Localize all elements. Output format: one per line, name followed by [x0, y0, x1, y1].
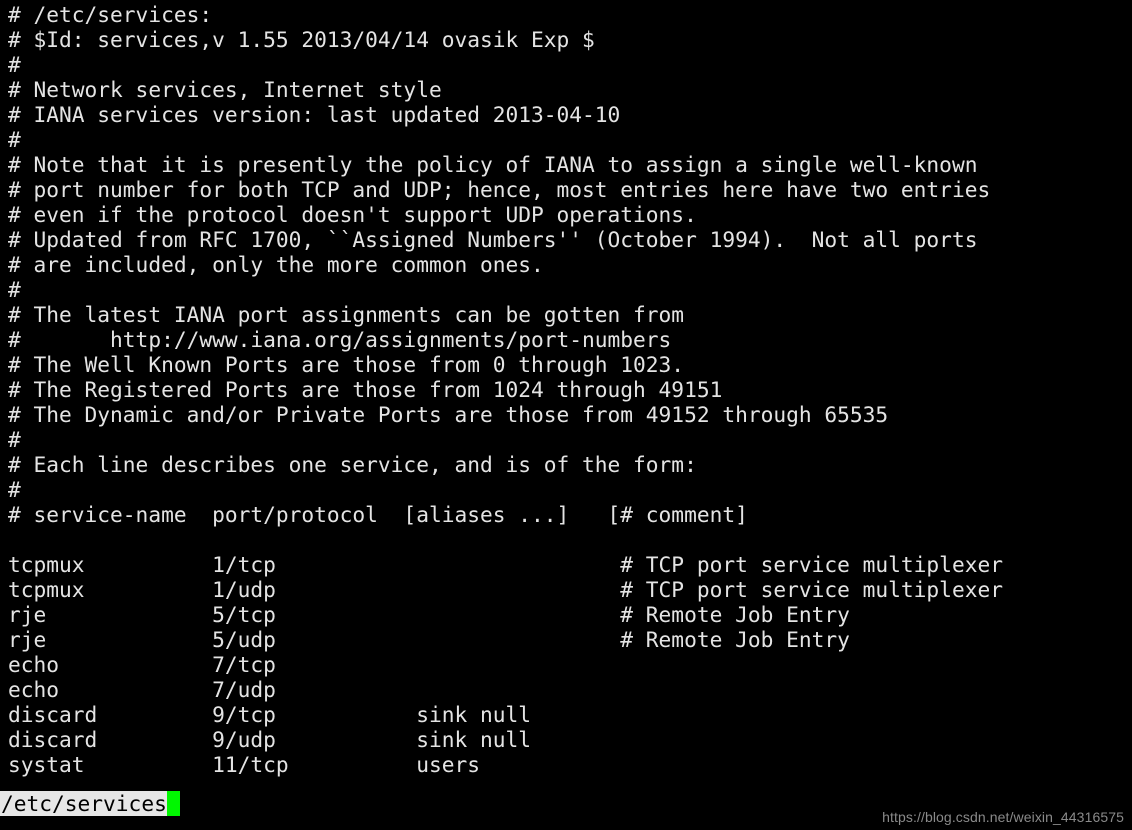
text-line: #: [8, 127, 21, 152]
text-line: echo 7/udp: [8, 677, 276, 702]
text-line: discard 9/udp sink null: [8, 727, 531, 752]
text-line: # Each line describes one service, and i…: [8, 452, 697, 477]
text-line: #: [8, 427, 21, 452]
terminal-cursor: [166, 791, 180, 816]
text-line: # The Registered Ports are those from 10…: [8, 377, 723, 402]
text-line: # /etc/services:: [8, 2, 213, 27]
text-line: #: [8, 277, 21, 302]
text-line: # The Dynamic and/or Private Ports are t…: [8, 402, 889, 427]
text-line: # Updated from RFC 1700, ``Assigned Numb…: [8, 227, 978, 252]
text-line: [0, 527, 1132, 552]
text-line: # The Well Known Ports are those from 0 …: [8, 352, 685, 377]
text-line: rje 5/udp # Remote Job Entry: [8, 627, 850, 652]
text-line: # service-name port/protocol [aliases ..…: [8, 502, 748, 527]
text-line: # http://www.iana.org/assignments/port-n…: [8, 327, 672, 352]
text-line: # Network services, Internet style: [8, 77, 442, 102]
text-line: #: [8, 52, 21, 77]
text-line: tcpmux 1/udp # TCP port service multiple…: [8, 577, 1003, 602]
text-line: #: [8, 477, 21, 502]
pager-content-area[interactable]: # /etc/services: # $Id: services,v 1.55 2…: [0, 0, 1132, 777]
pager-status-bar: /etc/services: [0, 791, 180, 816]
text-line: # are included, only the more common one…: [8, 252, 544, 277]
terminal-window: # /etc/services: # $Id: services,v 1.55 2…: [0, 0, 1132, 830]
text-line: # The latest IANA port assignments can b…: [8, 302, 685, 327]
text-line: # IANA services version: last updated 20…: [8, 102, 621, 127]
text-line: rje 5/tcp # Remote Job Entry: [8, 602, 850, 627]
text-line: echo 7/tcp: [8, 652, 276, 677]
text-line: systat 11/tcp users: [8, 752, 480, 777]
status-bar-filename: /etc/services: [0, 791, 167, 816]
watermark-url: https://blog.csdn.net/weixin_44316575: [882, 809, 1124, 825]
text-line: # port number for both TCP and UDP; henc…: [8, 177, 991, 202]
text-line: # Note that it is presently the policy o…: [8, 152, 978, 177]
text-line: discard 9/tcp sink null: [8, 702, 531, 727]
text-line: # even if the protocol doesn't support U…: [8, 202, 697, 227]
text-line: tcpmux 1/tcp # TCP port service multiple…: [8, 552, 1003, 577]
text-line: # $Id: services,v 1.55 2013/04/14 ovasik…: [8, 27, 595, 52]
